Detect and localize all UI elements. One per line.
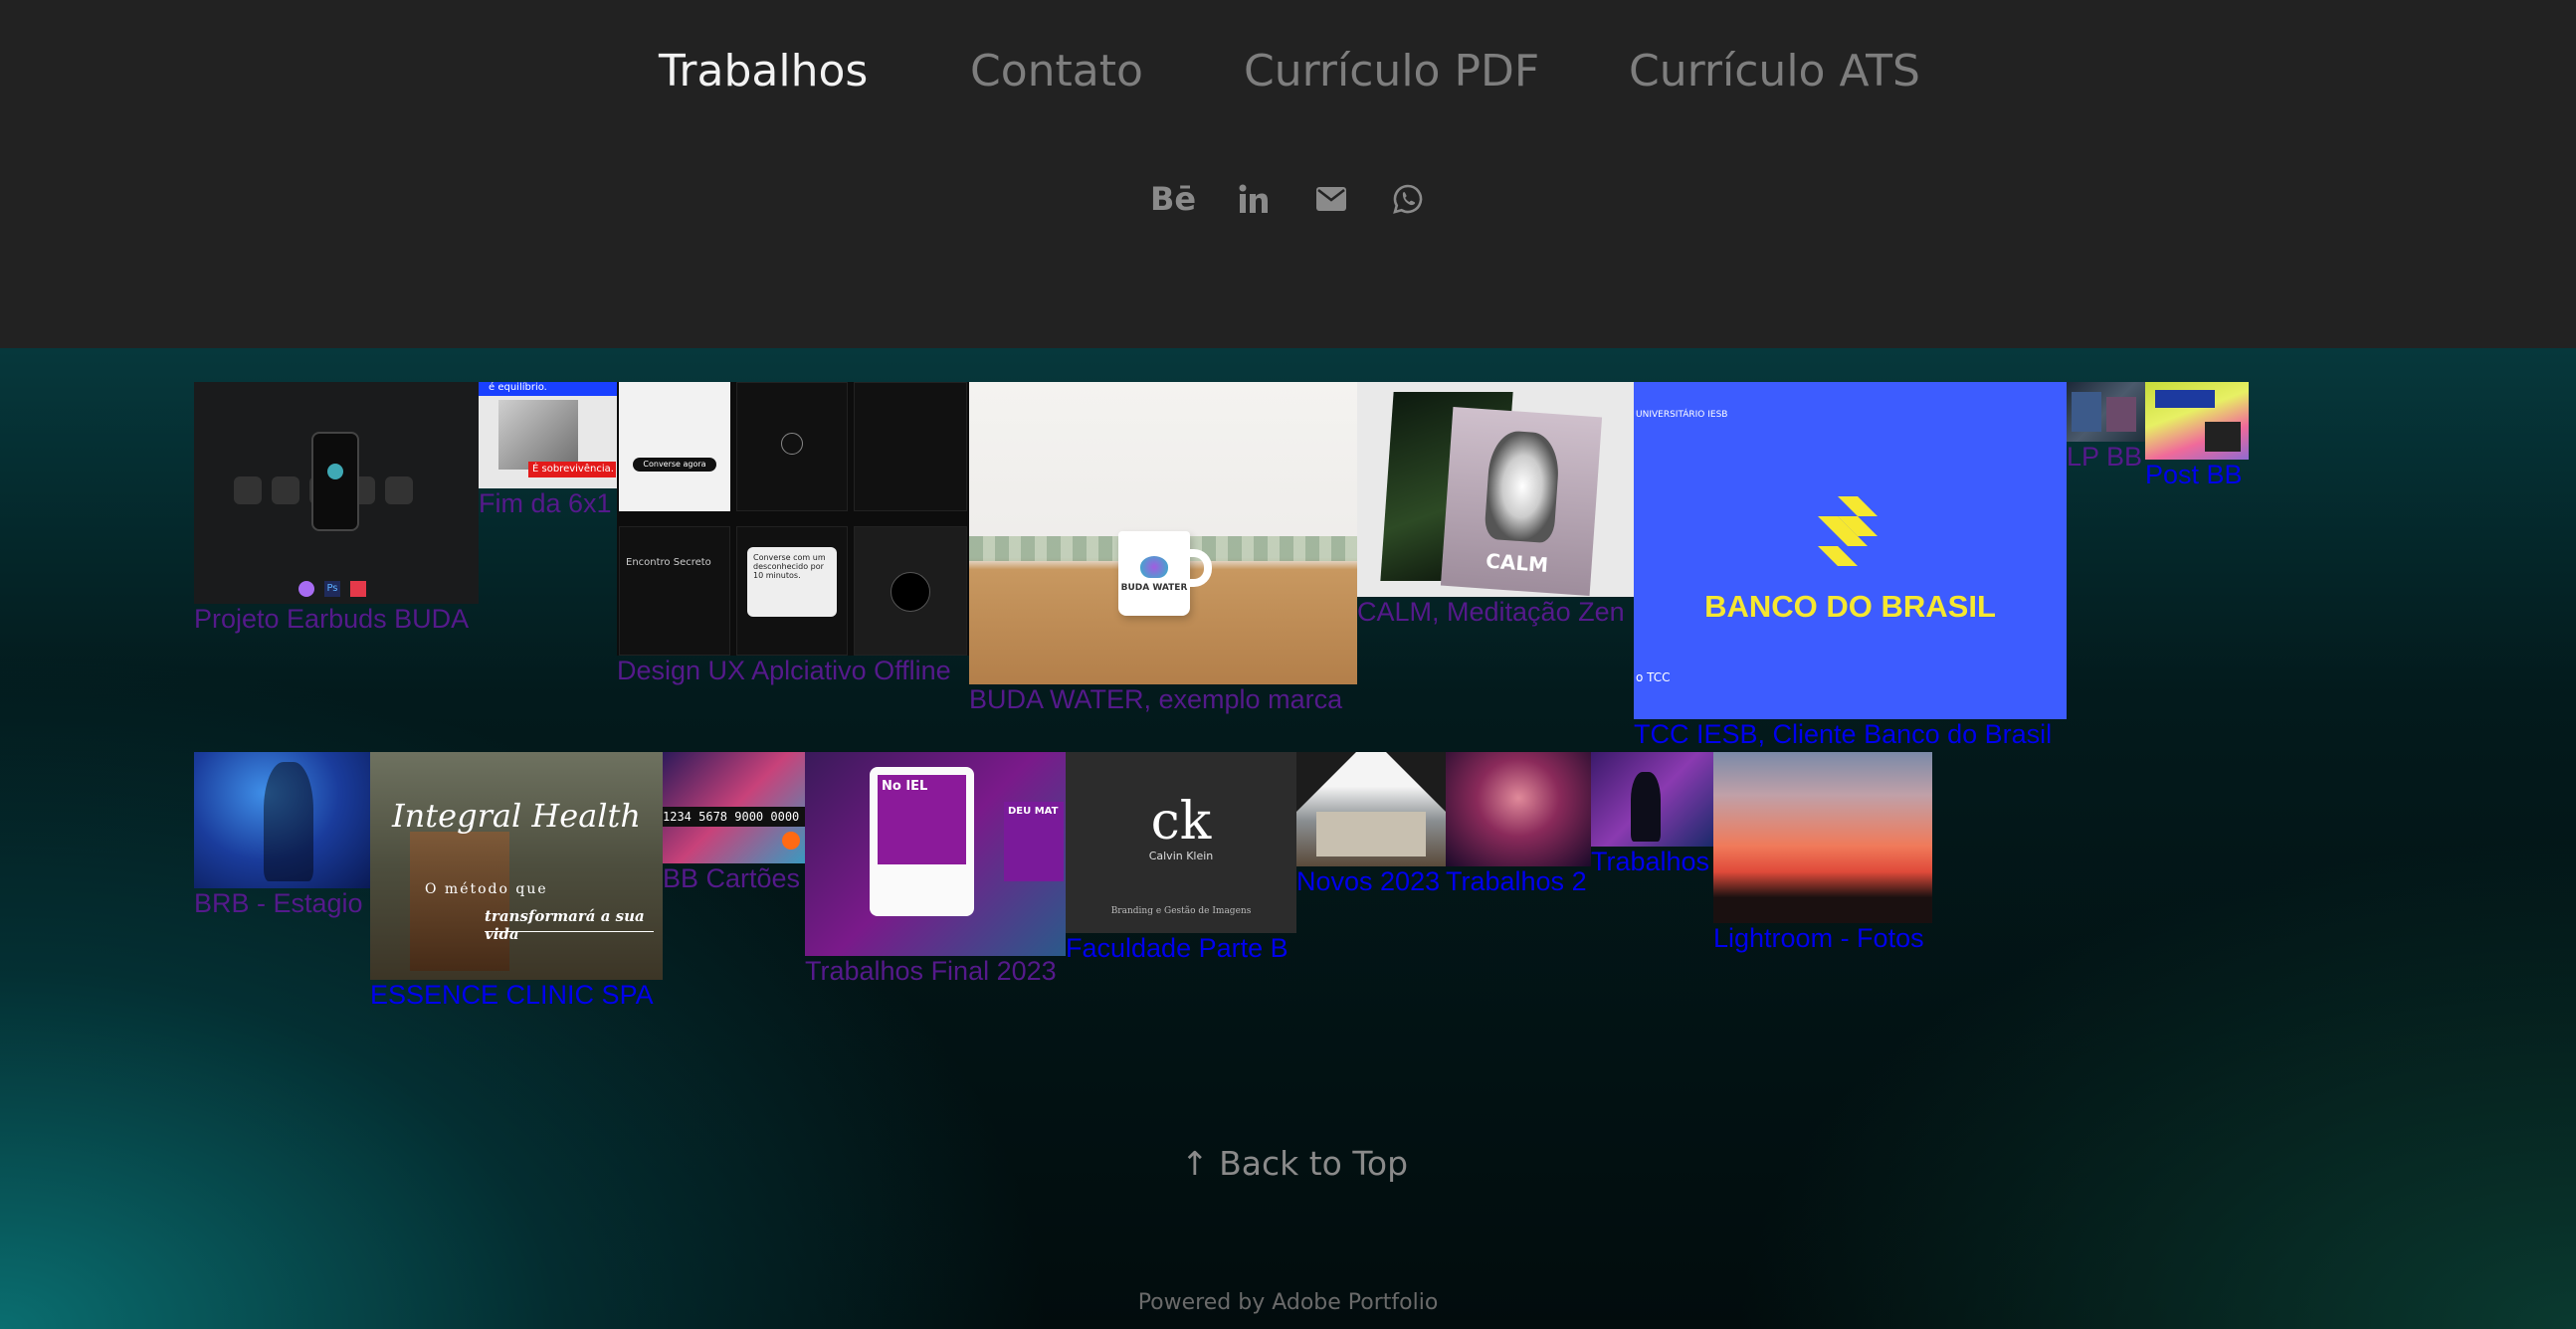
project-thumbnail: Integral Health O método que transformar…	[370, 752, 663, 980]
project-thumbnail: 1234 5678 9000 0000	[663, 752, 805, 863]
screen-light: Converse agora	[619, 382, 730, 511]
project-thumbnail: ck Calvin Klein Branding e Gestão de Ima…	[1066, 752, 1296, 933]
project-tile[interactable]: Post BB	[2145, 382, 2249, 493]
project-tile[interactable]: Lightroom - Fotos	[1713, 752, 1932, 959]
project-thumbnail	[2145, 382, 2249, 460]
project-title: Projeto Earbuds BUDA	[194, 604, 470, 634]
behance-icon[interactable]: Bē	[1149, 179, 1197, 219]
project-tile[interactable]: 1234 5678 9000 0000 BB Cartões	[663, 752, 805, 897]
project-title: BB Cartões	[663, 863, 801, 893]
project-title: CALM, Meditação Zen	[1357, 597, 1625, 627]
project-tile[interactable]: Novos 2023	[1296, 752, 1446, 901]
screen-dark	[736, 382, 848, 511]
project-thumbnail: No IEL DEU MAT	[805, 752, 1066, 956]
email-icon[interactable]	[1311, 179, 1351, 219]
project-thumbnail: BUDA WATER	[969, 382, 1357, 684]
project-title: BRB - Estagio	[194, 888, 363, 918]
project-tile[interactable]: BUDA WATER BUDA WATER, exemplo marca	[969, 382, 1357, 720]
nav-curriculo-ats[interactable]: Currículo ATS	[1629, 46, 1920, 96]
project-thumbnail	[2067, 382, 2145, 442]
nav-trabalhos[interactable]: Trabalhos	[659, 46, 868, 96]
mug: BUDA WATER	[1118, 531, 1190, 616]
project-title: Post BB	[2145, 460, 2243, 489]
back-to-top-link[interactable]: ↑ Back to Top	[1181, 1144, 1408, 1183]
nav-contato[interactable]: Contato	[970, 46, 1143, 96]
project-title: LP BB	[2067, 442, 2143, 472]
project-title: TCC IESB, Cliente Banco do Brasil	[1634, 719, 2053, 749]
project-thumbnail	[194, 752, 370, 888]
project-title: Fim da 6x1	[479, 488, 612, 518]
project-tile[interactable]: UNIVERSITÁRIO IESB BANCO DO BRASIL o TCC…	[1634, 382, 2067, 754]
project-tile[interactable]: Ps Projeto Earbuds BUDA	[194, 382, 479, 641]
linkedin-icon[interactable]	[1234, 179, 1274, 219]
project-thumbnail	[1591, 752, 1713, 847]
nav-curriculo-pdf[interactable]: Currículo PDF	[1244, 46, 1539, 96]
project-title: Trabalhos Final 2023	[805, 956, 1057, 986]
ck-logo-icon: ck	[1150, 792, 1212, 852]
project-tile[interactable]: Integral Health O método que transformar…	[370, 752, 663, 1011]
project-tile[interactable]: Trabalhos 2	[1446, 752, 1591, 901]
screen-locked	[854, 526, 967, 656]
project-title: Faculdade Parte B	[1066, 933, 1288, 963]
tool-icons: Ps	[298, 581, 366, 597]
project-title: Trabalhos	[1591, 847, 1710, 876]
project-title: Novos 2023	[1296, 866, 1441, 896]
project-title: BUDA WATER, exemplo marca	[969, 684, 1343, 714]
phone-post: No IEL	[870, 767, 974, 916]
screen-secret: Encontro Secreto	[619, 526, 730, 656]
project-thumbnail	[1713, 752, 1932, 923]
project-tile[interactable]: LP BB	[2067, 382, 2145, 476]
project-thumbnail: UNIVERSITÁRIO IESB BANCO DO BRASIL o TCC	[1634, 382, 2067, 719]
project-title: ESSENCE CLINIC SPA	[370, 980, 654, 1010]
project-tile[interactable]: No IEL DEU MAT Trabalhos Final 2023	[805, 752, 1066, 991]
project-thumbnail: Ps	[194, 382, 479, 604]
bb-logo-icon	[1798, 481, 1897, 581]
whatsapp-icon[interactable]	[1388, 179, 1428, 219]
phone-mockup	[311, 432, 359, 531]
project-tile[interactable]: Trabalhos	[1591, 752, 1713, 881]
project-tile[interactable]: BRB - Estagio	[194, 752, 370, 923]
project-tile[interactable]: ck Calvin Klein Branding e Gestão de Ima…	[1066, 752, 1296, 969]
powered-by: Powered by Adobe Portfolio	[1137, 1290, 1439, 1315]
site-header: Trabalhos Contato Currículo PDF Currícul…	[0, 0, 2576, 348]
poster-buddha: CALM	[1440, 406, 1603, 597]
screen-list	[854, 382, 967, 511]
screen-chat: Converse com um desconhecido por 10 minu…	[736, 526, 848, 656]
project-thumbnail: Converse agora Encontro Secreto Converse…	[617, 382, 969, 656]
project-thumbnail: CALM	[1357, 382, 1634, 597]
project-title: Lightroom - Fotos	[1713, 923, 1924, 953]
project-thumbnail	[1446, 752, 1591, 866]
project-tile[interactable]: Converse agora Encontro Secreto Converse…	[617, 382, 969, 692]
project-title: Design UX Aplciativo Offline	[617, 656, 951, 685]
project-tile[interactable]: CALM CALM, Meditação Zen	[1357, 382, 1634, 633]
project-tile[interactable]: é equilíbrio. É sobrevivência. Fim da 6x…	[479, 382, 617, 521]
project-thumbnail	[1296, 752, 1446, 866]
worker-photo	[498, 400, 578, 470]
project-thumbnail: é equilíbrio. É sobrevivência.	[479, 382, 617, 488]
project-title: Trabalhos 2	[1446, 866, 1587, 896]
